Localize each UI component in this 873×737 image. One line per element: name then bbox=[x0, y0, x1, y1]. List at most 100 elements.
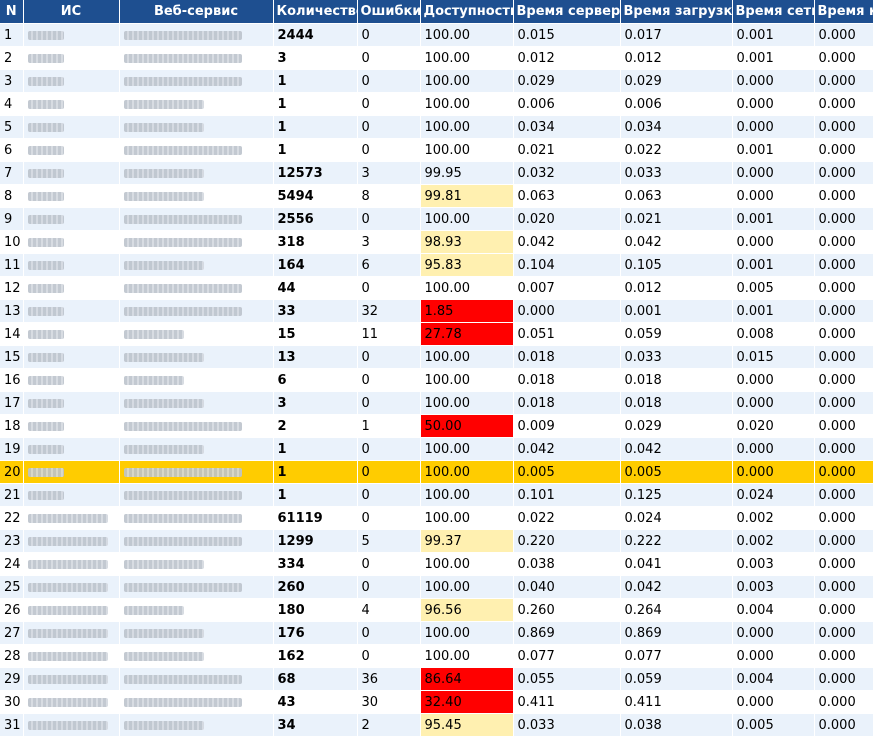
column-header-availability[interactable]: Доступность bbox=[420, 0, 514, 24]
cell-load-time: 0.033 bbox=[620, 345, 733, 369]
redacted-system-name bbox=[27, 490, 64, 500]
cell-availability: 100.00 bbox=[420, 552, 514, 576]
table-row[interactable]: 25 260 0 100.00 0.040 0.042 0.003 0.000 bbox=[0, 575, 873, 599]
table-row[interactable]: 28 162 0 100.00 0.077 0.077 0.000 0.000 bbox=[0, 644, 873, 668]
cell-availability: 27.78 bbox=[420, 322, 514, 346]
cell-web-service bbox=[119, 644, 274, 668]
table-row[interactable]: 3 1 0 100.00 0.029 0.029 0.000 0.000 bbox=[0, 69, 873, 93]
redacted-system-name bbox=[27, 444, 64, 454]
table-row[interactable]: 31 34 2 95.45 0.033 0.038 0.005 0.000 bbox=[0, 713, 873, 737]
cell-errors: 0 bbox=[357, 575, 421, 599]
cell-n: 18 bbox=[0, 414, 24, 438]
cell-errors: 4 bbox=[357, 598, 421, 622]
cell-load-time: 0.021 bbox=[620, 207, 733, 231]
cell-load-time: 0.017 bbox=[620, 23, 733, 47]
redacted-service-name bbox=[123, 559, 204, 569]
column-header-n[interactable]: N bbox=[0, 0, 24, 24]
cell-load-time: 0.018 bbox=[620, 368, 733, 392]
column-header-server-time[interactable]: Время сервера bbox=[513, 0, 621, 24]
cell-load-time: 0.125 bbox=[620, 483, 733, 507]
table-row[interactable]: 4 1 0 100.00 0.006 0.006 0.000 0.000 bbox=[0, 92, 873, 116]
redacted-system-name bbox=[27, 605, 108, 615]
table-row[interactable]: 23 1299 5 99.37 0.220 0.222 0.002 0.000 bbox=[0, 529, 873, 553]
cell-count: 176 bbox=[273, 621, 358, 645]
cell-is bbox=[23, 322, 120, 346]
cell-count: 162 bbox=[273, 644, 358, 668]
table-row[interactable]: 20 1 0 100.00 0.005 0.005 0.000 0.000 bbox=[0, 460, 873, 484]
table-row[interactable]: 11 164 6 95.83 0.104 0.105 0.001 0.000 bbox=[0, 253, 873, 277]
table-row[interactable]: 1 2444 0 100.00 0.015 0.017 0.001 0.000 bbox=[0, 23, 873, 47]
cell-errors: 2 bbox=[357, 713, 421, 737]
cell-errors: 0 bbox=[357, 483, 421, 507]
column-header-client-time[interactable]: Время к bbox=[814, 0, 873, 24]
cell-n: 27 bbox=[0, 621, 24, 645]
cell-web-service bbox=[119, 713, 274, 737]
table-row[interactable]: 17 3 0 100.00 0.018 0.018 0.000 0.000 bbox=[0, 391, 873, 415]
table-row[interactable]: 10 318 3 98.93 0.042 0.042 0.000 0.000 bbox=[0, 230, 873, 254]
cell-is bbox=[23, 621, 120, 645]
cell-server-time: 0.007 bbox=[513, 276, 621, 300]
cell-n: 1 bbox=[0, 23, 24, 47]
table-row[interactable]: 5 1 0 100.00 0.034 0.034 0.000 0.000 bbox=[0, 115, 873, 139]
cell-load-time: 0.006 bbox=[620, 92, 733, 116]
table-row[interactable]: 16 6 0 100.00 0.018 0.018 0.000 0.000 bbox=[0, 368, 873, 392]
table-row[interactable]: 7 12573 3 99.95 0.032 0.033 0.000 0.000 bbox=[0, 161, 873, 185]
table-row[interactable]: 2 3 0 100.00 0.012 0.012 0.001 0.000 bbox=[0, 46, 873, 70]
cell-web-service bbox=[119, 437, 274, 461]
cell-client-time: 0.000 bbox=[814, 713, 873, 737]
table-row[interactable]: 26 180 4 96.56 0.260 0.264 0.004 0.000 bbox=[0, 598, 873, 622]
cell-load-time: 0.012 bbox=[620, 46, 733, 70]
cell-count: 164 bbox=[273, 253, 358, 277]
table-row[interactable]: 15 13 0 100.00 0.018 0.033 0.015 0.000 bbox=[0, 345, 873, 369]
cell-load-time: 0.018 bbox=[620, 391, 733, 415]
cell-load-time: 0.029 bbox=[620, 69, 733, 93]
column-header-load-time[interactable]: Время загрузки bbox=[620, 0, 733, 24]
cell-server-time: 0.077 bbox=[513, 644, 621, 668]
cell-network-time: 0.001 bbox=[732, 23, 815, 47]
cell-web-service bbox=[119, 690, 274, 714]
table-row[interactable]: 13 33 32 1.85 0.000 0.001 0.001 0.000 bbox=[0, 299, 873, 323]
redacted-system-name bbox=[27, 329, 64, 339]
metrics-table: N ИС Веб-сервис Количество Ошибки Доступ… bbox=[0, 0, 873, 737]
cell-client-time: 0.000 bbox=[814, 161, 873, 185]
table-row[interactable]: 6 1 0 100.00 0.021 0.022 0.001 0.000 bbox=[0, 138, 873, 162]
cell-errors: 0 bbox=[357, 138, 421, 162]
cell-network-time: 0.000 bbox=[732, 621, 815, 645]
cell-count: 334 bbox=[273, 552, 358, 576]
table-row[interactable]: 30 43 30 32.40 0.411 0.411 0.000 0.000 bbox=[0, 690, 873, 714]
redacted-service-name bbox=[123, 605, 184, 615]
cell-errors: 0 bbox=[357, 92, 421, 116]
cell-client-time: 0.000 bbox=[814, 207, 873, 231]
cell-is bbox=[23, 138, 120, 162]
table-row[interactable]: 8 5494 8 99.81 0.063 0.063 0.000 0.000 bbox=[0, 184, 873, 208]
cell-n: 4 bbox=[0, 92, 24, 116]
cell-n: 24 bbox=[0, 552, 24, 576]
table-row[interactable]: 21 1 0 100.00 0.101 0.125 0.024 0.000 bbox=[0, 483, 873, 507]
redacted-system-name bbox=[27, 76, 64, 86]
cell-is bbox=[23, 230, 120, 254]
column-header-web-service[interactable]: Веб-сервис bbox=[119, 0, 274, 24]
redacted-service-name bbox=[123, 490, 242, 500]
table-row[interactable]: 9 2556 0 100.00 0.020 0.021 0.001 0.000 bbox=[0, 207, 873, 231]
cell-availability: 99.95 bbox=[420, 161, 514, 185]
column-header-network-time[interactable]: Время сети bbox=[732, 0, 815, 24]
redacted-system-name bbox=[27, 260, 64, 270]
cell-client-time: 0.000 bbox=[814, 345, 873, 369]
table-row[interactable]: 27 176 0 100.00 0.869 0.869 0.000 0.000 bbox=[0, 621, 873, 645]
cell-errors: 3 bbox=[357, 161, 421, 185]
cell-network-time: 0.000 bbox=[732, 161, 815, 185]
table-row[interactable]: 18 2 1 50.00 0.009 0.029 0.020 0.000 bbox=[0, 414, 873, 438]
cell-load-time: 0.034 bbox=[620, 115, 733, 139]
cell-is bbox=[23, 92, 120, 116]
table-row[interactable]: 24 334 0 100.00 0.038 0.041 0.003 0.000 bbox=[0, 552, 873, 576]
table-row[interactable]: 29 68 36 86.64 0.055 0.059 0.004 0.000 bbox=[0, 667, 873, 691]
table-row[interactable]: 12 44 0 100.00 0.007 0.012 0.005 0.000 bbox=[0, 276, 873, 300]
column-header-is[interactable]: ИС bbox=[23, 0, 120, 24]
table-row[interactable]: 14 15 11 27.78 0.051 0.059 0.008 0.000 bbox=[0, 322, 873, 346]
table-row[interactable]: 22 61119 0 100.00 0.022 0.024 0.002 0.000 bbox=[0, 506, 873, 530]
table-row[interactable]: 19 1 0 100.00 0.042 0.042 0.000 0.000 bbox=[0, 437, 873, 461]
column-header-count[interactable]: Количество bbox=[273, 0, 358, 24]
cell-server-time: 0.055 bbox=[513, 667, 621, 691]
cell-count: 3 bbox=[273, 46, 358, 70]
column-header-errors[interactable]: Ошибки bbox=[357, 0, 421, 24]
